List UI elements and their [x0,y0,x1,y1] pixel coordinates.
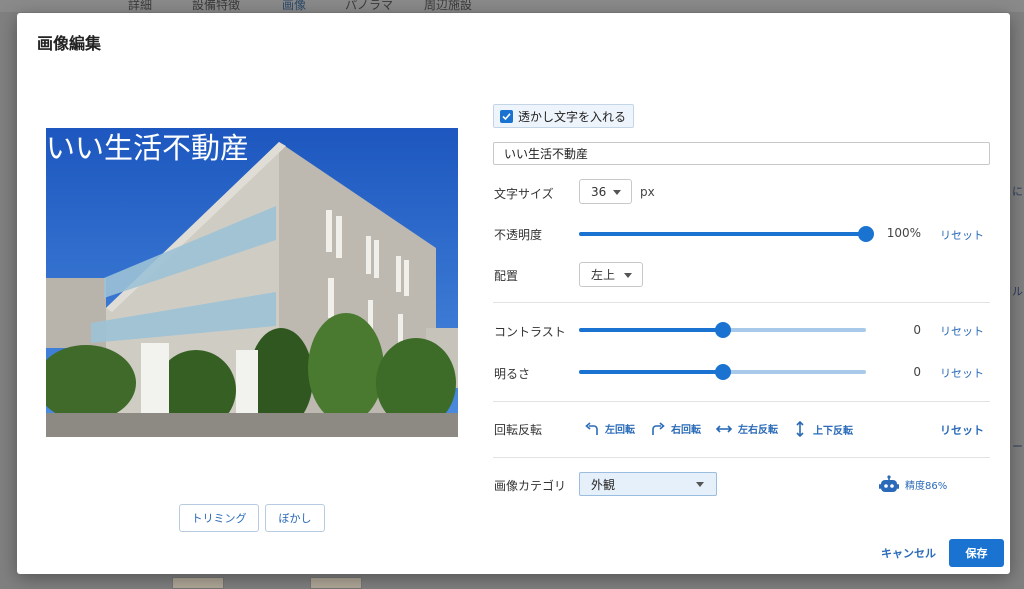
contrast-label: コントラスト [494,325,566,339]
checkbox-checked-icon [500,109,513,123]
background-thumbnail [310,577,362,589]
blur-button[interactable]: ぼかし [265,504,325,532]
flip-horizontal-label: 左右反転 [738,425,778,436]
rotate-right-button[interactable]: 右回転 [651,421,701,436]
flip-horizontal-icon [716,424,732,433]
font-size-select[interactable]: 36 [579,179,632,204]
chevron-down-icon [696,482,704,487]
contrast-reset-link[interactable]: リセット [940,323,984,339]
trim-button[interactable]: トリミング [179,504,259,532]
placement-select[interactable]: 左上 [579,262,643,287]
slider-fill [579,232,866,236]
font-size-unit: px [640,185,655,199]
background-thumbnail [172,577,224,589]
brightness-value: 0 [913,365,921,379]
divider [493,302,990,303]
contrast-value: 0 [913,323,921,337]
placement-value: 左上 [591,268,616,282]
placement-label: 配置 [494,269,519,283]
image-preview: いい生活不動産 [46,128,458,437]
opacity-reset-link[interactable]: リセット [940,227,984,243]
image-edit-dialog: 画像編集 いい生活不動産 トリミング ぼかし 透かし文字を入れる いい生活不動産… [17,13,1010,574]
background-tab: 周辺施設 [424,0,473,12]
background-tab-active: 画像 [282,0,307,16]
contrast-slider[interactable] [579,322,866,338]
dialog-title: 画像編集 [37,34,102,53]
category-select[interactable]: 外観 [579,472,717,496]
flip-vertical-label: 上下反転 [813,425,853,437]
rotate-left-icon [585,421,598,435]
opacity-slider[interactable] [579,226,874,242]
slider-thumb[interactable] [714,364,731,380]
category-value: 外観 [591,477,616,492]
flip-vertical-icon [796,421,804,437]
background-fragment: に [1012,185,1023,198]
chevron-down-icon [624,273,632,278]
background-tab: 詳細 [128,0,153,12]
slider-fill [579,370,723,374]
watermark-overlay: いい生活不動産 [46,131,250,165]
robot-icon [879,475,899,492]
cancel-button[interactable]: キャンセル [881,545,936,561]
background-fragment: ー [1012,440,1023,453]
chevron-down-icon [613,190,621,195]
brightness-slider[interactable] [579,364,866,380]
save-button[interactable]: 保存 [949,539,1004,567]
slider-thumb[interactable] [714,322,731,338]
rotate-right-icon [652,421,665,435]
divider [493,401,990,402]
flip-vertical-button[interactable]: 上下反転 [793,421,853,437]
background-tab-bar: 詳細 設備特徴 画像 パノラマ 周辺施設 [0,0,1024,16]
watermark-checkbox-label: 透かし文字を入れる [518,109,627,124]
watermark-checkbox[interactable]: 透かし文字を入れる [493,104,634,128]
rotate-left-button[interactable]: 左回転 [585,421,635,436]
rotate-left-label: 左回転 [605,425,635,436]
slider-thumb[interactable] [858,226,874,242]
brightness-label: 明るさ [494,367,531,381]
font-size-label: 文字サイズ [494,187,554,201]
font-size-value: 36 [591,184,607,199]
opacity-label: 不透明度 [494,228,543,242]
rotate-right-label: 右回転 [671,425,701,436]
opacity-value: 100% [886,226,921,240]
slider-fill [579,328,723,332]
accuracy-text: 精度86% [905,480,948,492]
accuracy-indicator: 精度86% [879,475,947,493]
background-tab: 設備特徴 [192,0,241,12]
rotation-reset-link[interactable]: リセット [940,422,984,438]
rotation-label: 回転反転 [494,423,543,437]
brightness-reset-link[interactable]: リセット [940,365,984,381]
divider [493,457,990,458]
watermark-text-input[interactable]: いい生活不動産 [493,142,990,165]
background-tab: パノラマ [345,0,394,12]
flip-horizontal-button[interactable]: 左右反転 [716,421,778,436]
category-label: 画像カテゴリ [494,479,567,493]
building-photo [46,128,458,437]
